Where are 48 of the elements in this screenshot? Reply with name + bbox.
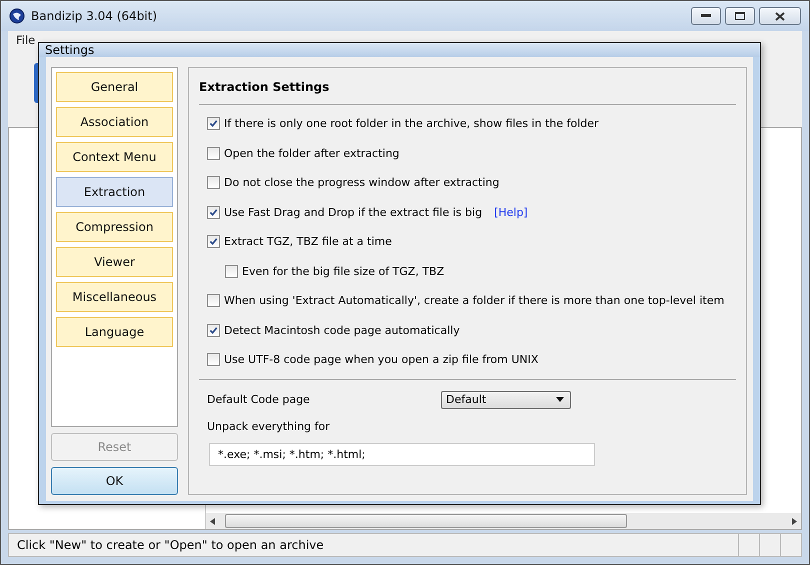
dialog-title: Settings: [45, 43, 94, 57]
minimize-icon: [701, 14, 711, 18]
maximize-icon: [735, 12, 745, 20]
option-label: Detect Macintosh code page automatically: [224, 324, 460, 337]
horizontal-scrollbar[interactable]: [206, 513, 801, 529]
checkbox[interactable]: [207, 294, 220, 308]
option-label: When using 'Extract Automatically', create a folder if there is more than one top-level item: [224, 294, 724, 308]
checkbox[interactable]: [207, 176, 220, 190]
settings-tab[interactable]: Viewer: [56, 247, 173, 277]
right-arrow-icon[interactable]: [792, 518, 797, 524]
extensions-input[interactable]: *.exe; *.msi; *.htm; *.html;: [209, 442, 595, 466]
ok-button[interactable]: OK: [51, 467, 178, 495]
minimize-button[interactable]: [691, 7, 721, 25]
option-label: Open the folder after extracting: [224, 146, 400, 160]
option-label: If there is only one root folder in the archive, show files in the folder: [224, 117, 599, 130]
status-text: Click "New" to create or "Open" to open an archive: [16, 538, 325, 552]
settings-tab[interactable]: Language: [56, 317, 173, 347]
globe-icon: [9, 8, 25, 24]
option-label: Use Fast Drag and Drop if the extract file is big: [224, 206, 482, 219]
settings-tab[interactable]: Extraction: [56, 177, 173, 207]
settings-tab[interactable]: Compression: [56, 212, 173, 242]
option-label: Use UTF-8 code page when you open a zip file from UNIX: [224, 353, 538, 366]
maximize-button[interactable]: [725, 7, 755, 25]
help-link[interactable]: [Help]: [494, 206, 528, 219]
menu-item[interactable]: File: [16, 33, 36, 47]
settings-tab[interactable]: Association: [56, 107, 173, 137]
caret-icon: [556, 397, 564, 402]
checkbox[interactable]: [207, 353, 220, 366]
checkbox[interactable]: [207, 235, 220, 248]
checkbox[interactable]: [207, 117, 220, 130]
option-label: Do not close the progress window after extracting: [224, 176, 500, 190]
checkbox[interactable]: [207, 146, 220, 160]
close-icon: [775, 12, 785, 20]
checkbox[interactable]: [225, 264, 238, 278]
left-arrow-icon[interactable]: [210, 518, 215, 524]
settings-tab[interactable]: General: [56, 72, 173, 102]
option-label: Even for the big file size of TGZ, TBZ: [242, 264, 444, 278]
checkbox[interactable]: [207, 324, 220, 337]
code-page-dropdown[interactable]: Default: [441, 390, 571, 408]
field-label: Default Code page: [207, 393, 311, 406]
section-heading: Extraction Settings: [199, 68, 736, 105]
field-label: Unpack everything for: [207, 420, 331, 432]
window-title: Bandizip 3.04 (64bit): [31, 9, 158, 23]
close-button[interactable]: [759, 7, 801, 25]
settings-tab[interactable]: Miscellaneous: [56, 282, 173, 312]
settings-tab[interactable]: Context Menu: [56, 142, 173, 172]
option-label: Extract TGZ, TBZ file at a time: [224, 235, 392, 248]
checkbox[interactable]: [207, 206, 220, 219]
